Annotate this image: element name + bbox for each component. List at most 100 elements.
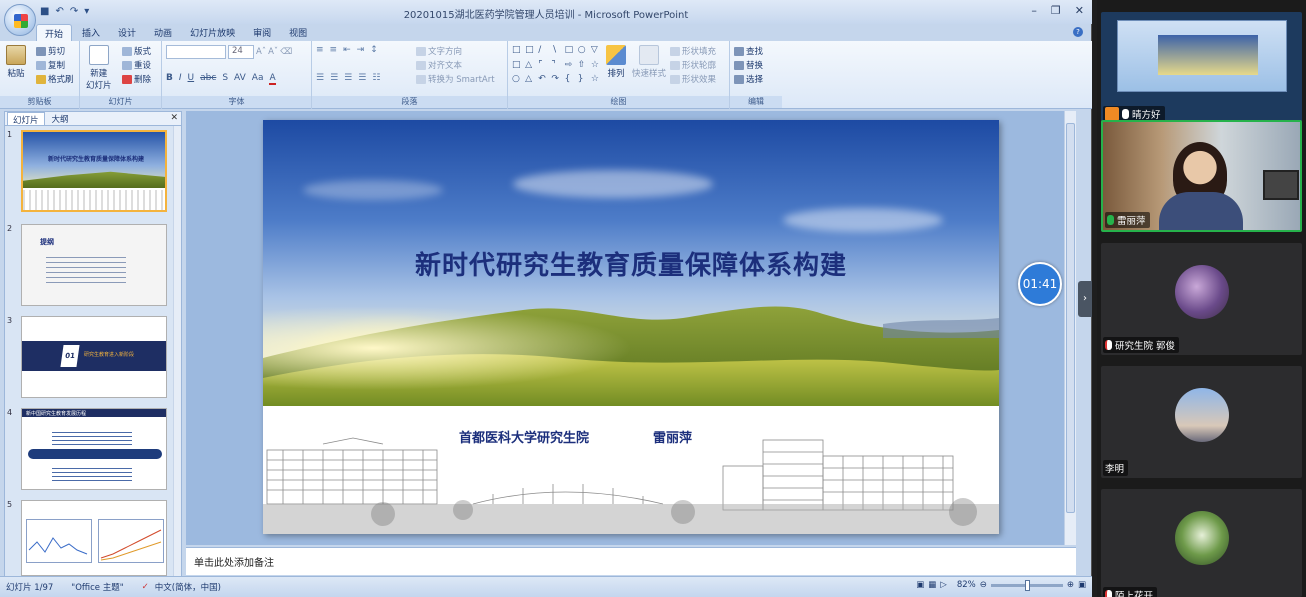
underline-icon[interactable]: U: [188, 73, 195, 85]
align-text-button[interactable]: 对齐文本: [416, 58, 495, 72]
zoom-slider[interactable]: [990, 579, 1063, 591]
tab-home[interactable]: 开始: [36, 24, 73, 41]
slide-scrollbar[interactable]: [1064, 111, 1076, 545]
tab-slideshow[interactable]: 幻灯片放映: [182, 24, 243, 41]
participant-tile-3[interactable]: 研究生院 郭俊: [1101, 243, 1302, 355]
collapse-sidebar-handle[interactable]: ›: [1078, 281, 1092, 317]
tab-review[interactable]: 审阅: [245, 24, 279, 41]
align-left-icon[interactable]: ☰: [316, 73, 324, 83]
align-right-icon[interactable]: ☰: [344, 73, 352, 83]
shape-fill-button[interactable]: 形状填充: [670, 44, 716, 58]
italic-icon[interactable]: I: [179, 73, 182, 85]
thumb-number: 3: [7, 316, 13, 325]
panel-tabs: 幻灯片 大纲: [5, 112, 181, 126]
thumbnail: 提纲: [21, 224, 167, 306]
arrange-label: 排列: [607, 69, 625, 79]
clear-format-icon[interactable]: ⌫: [280, 45, 292, 59]
justify-icon[interactable]: ☰: [358, 73, 366, 83]
help-icon[interactable]: ?: [1073, 27, 1083, 37]
fit-window-icon[interactable]: ▣: [1078, 580, 1086, 590]
replace-button[interactable]: 替换: [734, 58, 763, 72]
scrollbar-thumb[interactable]: [1066, 123, 1075, 513]
shapes-gallery[interactable]: □ □ ∕ ∖ □ ○ ▽ □ △ ⌜ ⌝ ⇨ ⇧ ☆ ○ △ ↶ ↷{} ☆: [512, 45, 602, 87]
grow-font-icon[interactable]: Aˆ: [256, 45, 266, 59]
strike-icon[interactable]: abc: [200, 73, 216, 85]
align-center-icon[interactable]: ☰: [330, 73, 338, 83]
zoom-slider-knob[interactable]: [1024, 579, 1030, 591]
slides-group-label: 幻灯片: [80, 96, 161, 108]
panel-scrollbar[interactable]: [173, 126, 181, 576]
font-name-input[interactable]: [166, 45, 226, 59]
columns-icon[interactable]: ☷: [372, 73, 380, 83]
participant-name: 陌上花开: [1115, 591, 1154, 597]
shrink-font-icon[interactable]: Aˇ: [268, 45, 278, 59]
shape-effects-button[interactable]: 形状效果: [670, 72, 716, 86]
video-sidebar: 晴方好 雷丽萍 研究生院 郭俊 李明 陌上花开: [1097, 0, 1306, 597]
font-color-icon[interactable]: A: [269, 73, 276, 85]
paste-icon: [6, 45, 26, 65]
mic-muted-icon: [1105, 340, 1112, 350]
participant-tile-5[interactable]: 陌上花开: [1101, 489, 1302, 597]
zoom-out-icon[interactable]: ⊖: [980, 580, 987, 590]
slide-author[interactable]: 雷丽萍: [653, 427, 692, 446]
tab-design[interactable]: 设计: [110, 24, 144, 41]
tab-animations[interactable]: 动画: [146, 24, 180, 41]
participant-tile-1[interactable]: 晴方好: [1101, 12, 1302, 124]
replace-label: 替换: [746, 61, 764, 71]
tab-view[interactable]: 视图: [281, 24, 315, 41]
effects-icon: [670, 74, 680, 84]
layout-button[interactable]: 版式: [122, 44, 151, 58]
participant-name: 晴方好: [1132, 110, 1161, 121]
arrange-button[interactable]: 排列: [606, 45, 626, 79]
close-icon[interactable]: ✕: [1075, 4, 1084, 17]
tab-outline[interactable]: 大纲: [47, 112, 74, 125]
text-direction-button[interactable]: 文字方向: [416, 44, 495, 58]
participant-tile-2[interactable]: 雷丽萍: [1101, 120, 1302, 232]
maximize-icon[interactable]: ❐: [1051, 4, 1061, 17]
notes-pane[interactable]: 单击此处添加备注: [186, 547, 1076, 575]
quick-styles-icon: [639, 45, 659, 65]
quick-styles-button[interactable]: 快速样式: [632, 45, 666, 79]
bold-icon[interactable]: B: [166, 73, 173, 85]
shadow-icon[interactable]: S: [222, 73, 228, 85]
format-painter-button[interactable]: 格式刷: [36, 72, 74, 86]
participant-tile-4[interactable]: 李明: [1101, 366, 1302, 478]
increase-indent-icon[interactable]: ⇥: [357, 45, 365, 55]
thumbnail: 01 研究生教育进入新阶段: [21, 316, 167, 398]
office-button[interactable]: [4, 4, 36, 36]
zoom-level[interactable]: 82%: [957, 580, 976, 590]
tab-insert[interactable]: 插入: [74, 24, 108, 41]
case-icon[interactable]: Aa: [252, 73, 264, 85]
preview-slide: [1158, 35, 1258, 75]
slideshow-view-icon[interactable]: ▷: [940, 580, 947, 590]
cut-button[interactable]: 剪切: [36, 44, 74, 58]
select-button[interactable]: 选择: [734, 72, 763, 86]
spacing-icon[interactable]: AV: [234, 73, 246, 85]
zoom-in-icon[interactable]: ⊕: [1067, 580, 1074, 590]
spellcheck-icon[interactable]: ✓: [142, 582, 149, 592]
quick-styles-label: 快速样式: [632, 69, 667, 79]
find-button[interactable]: 查找: [734, 44, 763, 58]
tab-slides[interactable]: 幻灯片: [7, 112, 45, 126]
line-spacing-icon[interactable]: ↕: [370, 45, 378, 55]
smartart-button[interactable]: 转换为 SmartArt: [416, 72, 495, 86]
numbering-icon[interactable]: ≡: [330, 45, 338, 55]
panel-close-icon[interactable]: ✕: [170, 113, 178, 123]
avatar: [1175, 265, 1229, 319]
reset-button[interactable]: 重设: [122, 58, 151, 72]
bullets-icon[interactable]: ≡: [316, 45, 324, 55]
language-indicator[interactable]: 中文(简体，中国): [155, 581, 221, 593]
slide-institution[interactable]: 首都医科大学研究生院: [459, 427, 589, 446]
new-slide-button[interactable]: 新建 幻灯片: [86, 45, 112, 91]
decrease-indent-icon[interactable]: ⇤: [343, 45, 351, 55]
copy-button[interactable]: 复制: [36, 58, 74, 72]
normal-view-icon[interactable]: ▣: [916, 580, 924, 590]
shape-outline-button[interactable]: 形状轮廓: [670, 58, 716, 72]
font-size-input[interactable]: 24: [228, 45, 254, 59]
sorter-view-icon[interactable]: ▦: [928, 580, 936, 590]
paste-button[interactable]: 粘贴: [6, 45, 26, 79]
slide-title[interactable]: 新时代研究生教育质量保障体系构建: [263, 245, 999, 282]
delete-slide-button[interactable]: 删除: [122, 72, 151, 86]
minimize-icon[interactable]: –: [1031, 4, 1037, 17]
current-slide[interactable]: 新时代研究生教育质量保障体系构建 首都医科大学研究生院 雷丽萍: [263, 120, 999, 534]
